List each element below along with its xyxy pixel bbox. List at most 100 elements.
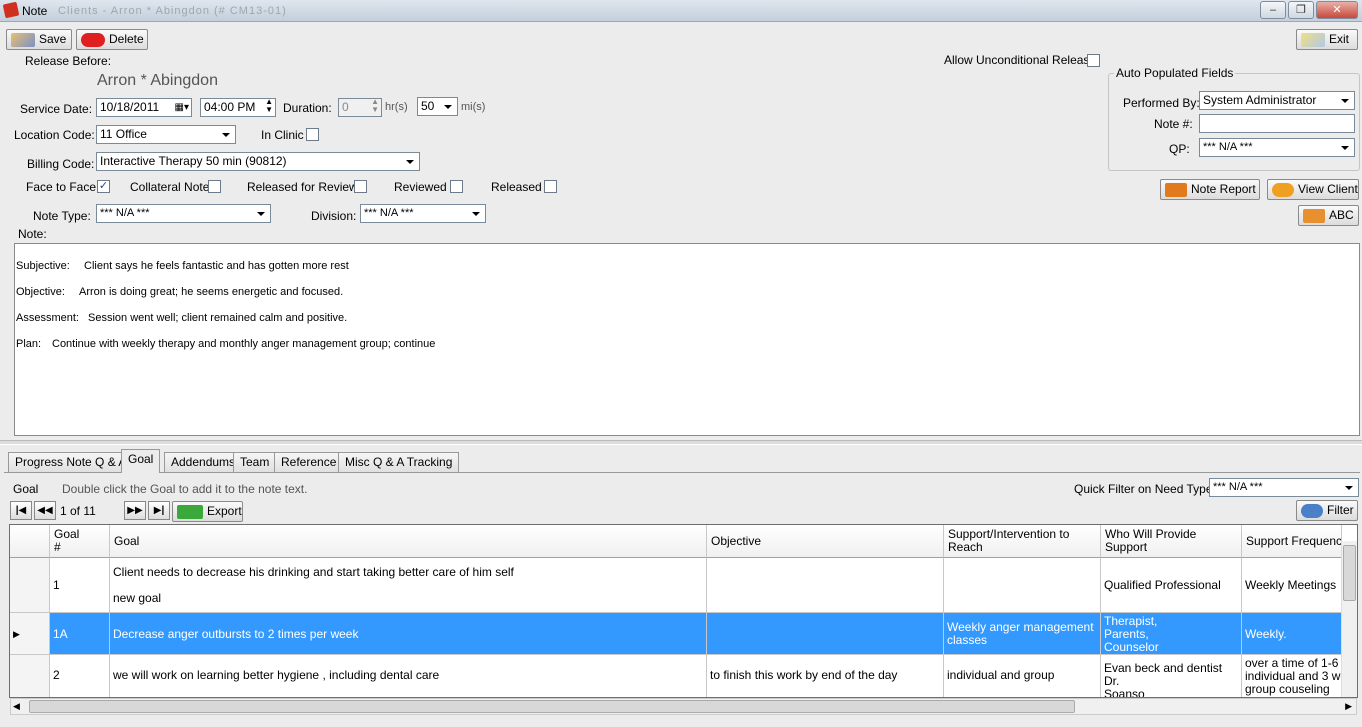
duration-hours-input[interactable]: 0 ▲ ▼ xyxy=(338,98,382,117)
table-row-who[interactable]: Evan beck and dentist Dr. Soanso xyxy=(1101,655,1242,697)
billing-code-select[interactable]: Interactive Therapy 50 min (90812) xyxy=(96,152,420,171)
note-line-objective: Objective: Arron is doing great; he seems… xyxy=(16,286,344,298)
table-row-objective[interactable] xyxy=(707,613,944,655)
prev-page-icon[interactable]: ◀◀ xyxy=(34,501,56,520)
report-icon xyxy=(1165,182,1187,197)
service-time-input[interactable]: 04:00 PM ▲ ▼ xyxy=(200,98,276,117)
table-row-support[interactable]: Weekly anger management classes xyxy=(944,613,1101,655)
face-to-face-label: Face to Face xyxy=(26,180,97,194)
row-header[interactable] xyxy=(10,655,50,697)
performed-by-select[interactable]: System Administrator xyxy=(1199,91,1355,110)
table-row-support[interactable] xyxy=(944,558,1101,613)
col-objective[interactable]: Objective xyxy=(707,525,944,558)
note-number-input[interactable] xyxy=(1199,114,1355,133)
grid-vertical-scrollbar[interactable] xyxy=(1341,541,1357,697)
save-button[interactable]: Save xyxy=(6,29,72,50)
note-line-plan: Plan: Continue with weekly therapy and mo… xyxy=(16,338,436,350)
exit-button[interactable]: Exit xyxy=(1296,29,1358,50)
division-label: Division: xyxy=(311,209,357,223)
table-row-who[interactable]: Therapist, Parents, Counselor xyxy=(1101,613,1242,655)
row-header[interactable] xyxy=(10,558,50,613)
division-select[interactable]: *** N/A *** xyxy=(360,204,486,223)
row-header-corner xyxy=(10,525,50,558)
horizontal-scroll-thumb[interactable] xyxy=(29,700,1075,713)
note-line-assessment: Assessment: Session went well; client rem… xyxy=(16,312,348,324)
collateral-note-checkbox[interactable] xyxy=(208,180,221,193)
duration-label: Duration: xyxy=(283,101,332,115)
reviewed-checkbox[interactable] xyxy=(450,180,463,193)
grid-horizontal-scrollbar[interactable]: ◀ ▶ xyxy=(10,698,1357,715)
tab-misc-qa-tracking[interactable]: Misc Q & A Tracking xyxy=(338,452,460,472)
delete-button[interactable]: Delete xyxy=(76,29,148,50)
location-code-select[interactable]: 11 Office xyxy=(96,125,236,144)
table-row-objective[interactable] xyxy=(707,558,944,613)
in-clinic-checkbox[interactable] xyxy=(306,128,319,141)
table-row-who[interactable]: Qualified Professional xyxy=(1101,558,1242,613)
app-icon xyxy=(2,1,20,19)
note-textarea[interactable]: Subjective: Client says he feels fantasti… xyxy=(14,243,1360,436)
table-row-goal-number[interactable]: 1 xyxy=(50,558,110,613)
allow-unconditional-release-checkbox[interactable] xyxy=(1087,54,1100,67)
face-to-face-checkbox[interactable]: ✓ xyxy=(97,180,110,193)
note-report-button[interactable]: Note Report xyxy=(1160,179,1260,200)
table-row-objective[interactable]: to finish this work by end of the day xyxy=(707,655,944,697)
hours-unit-label: hr(s) xyxy=(385,101,408,113)
tab-addendums[interactable]: Addendums xyxy=(164,452,243,472)
window-title-client: Clients - Arron * Abingdon (# CM13-01) xyxy=(58,5,287,17)
duration-minutes-select[interactable]: 50 xyxy=(417,97,458,116)
released-checkbox[interactable] xyxy=(544,180,557,193)
col-goal[interactable]: Goal xyxy=(110,525,707,558)
tab-goal[interactable]: Goal xyxy=(121,449,161,473)
table-row-goal[interactable]: Client needs to decrease his drinking an… xyxy=(110,558,707,613)
quick-filter-label: Quick Filter on Need Type xyxy=(1074,482,1213,496)
table-row-support[interactable]: individual and group couseling xyxy=(944,655,1101,697)
scroll-left-icon[interactable]: ◀ xyxy=(13,701,20,712)
calendar-icon[interactable]: ▦▾ xyxy=(175,99,189,116)
hours-spinner-icon[interactable]: ▲ ▼ xyxy=(371,99,379,114)
table-row-goal[interactable]: Decrease anger outbursts to 2 times per … xyxy=(110,613,707,655)
scroll-right-icon[interactable]: ▶ xyxy=(1345,701,1352,712)
close-button[interactable]: ✕ xyxy=(1316,1,1358,19)
col-support-intervention[interactable]: Support/Intervention to Reach xyxy=(944,525,1101,558)
table-row-frequency[interactable]: Weekly Meetings xyxy=(1242,558,1342,613)
tab-team[interactable]: Team xyxy=(233,452,277,472)
table-row-frequency[interactable]: Weekly. xyxy=(1242,613,1342,655)
col-who-will-provide[interactable]: Who Will Provide Support xyxy=(1101,525,1242,558)
goal-panel-hint: Double click the Goal to add it to the n… xyxy=(62,482,308,496)
vertical-scroll-thumb[interactable] xyxy=(1343,545,1356,601)
splitter[interactable] xyxy=(0,440,1362,445)
magnifier-icon xyxy=(1301,503,1323,518)
delete-icon xyxy=(81,32,105,47)
last-page-icon[interactable]: ▶| xyxy=(148,501,170,520)
billing-code-label: Billing Code: xyxy=(27,157,95,171)
service-date-input[interactable]: 10/18/2011 ▦▾ xyxy=(96,98,192,117)
quick-filter-select[interactable]: *** N/A *** xyxy=(1209,478,1359,497)
row-selector-arrow-icon[interactable]: ▶ xyxy=(10,613,50,655)
released-for-review-checkbox[interactable] xyxy=(354,180,367,193)
spellcheck-icon xyxy=(1303,208,1325,223)
minutes-unit-label: mi(s) xyxy=(461,101,486,113)
table-row-goal-number[interactable]: 2 xyxy=(50,655,110,697)
allow-unconditional-release-label: Allow Unconditional Release xyxy=(944,53,1097,67)
spellcheck-button[interactable]: ABC xyxy=(1298,205,1359,226)
qp-select[interactable]: *** N/A *** xyxy=(1199,138,1355,157)
table-row-goal-number[interactable]: 1A xyxy=(50,613,110,655)
tab-reference[interactable]: Reference xyxy=(274,452,344,472)
col-support-frequency[interactable]: Support Frequency xyxy=(1242,525,1342,558)
time-spinner-icon[interactable]: ▲ ▼ xyxy=(265,99,273,114)
filter-button[interactable]: Filter xyxy=(1296,500,1358,521)
first-page-icon[interactable]: |◀ xyxy=(10,501,32,520)
auto-populated-title: Auto Populated Fields xyxy=(1114,66,1236,80)
released-for-review-label: Released for Review xyxy=(247,180,358,194)
minimize-button[interactable]: – xyxy=(1260,1,1286,19)
note-type-select[interactable]: *** N/A *** xyxy=(96,204,271,223)
export-button[interactable]: Export xyxy=(172,501,243,522)
table-row-frequency[interactable]: over a time of 1-6 mo individual and 3 w… xyxy=(1242,655,1342,697)
col-goal-number[interactable]: Goal # xyxy=(50,525,110,558)
maximize-button[interactable]: ❐ xyxy=(1288,1,1314,19)
release-before-label: Release Before: xyxy=(25,54,112,68)
client-name: Arron * Abingdon xyxy=(97,72,218,89)
table-row-goal[interactable]: we will work on learning better hygiene … xyxy=(110,655,707,697)
view-client-button[interactable]: View Client xyxy=(1267,179,1359,200)
next-page-icon[interactable]: ▶▶ xyxy=(124,501,146,520)
